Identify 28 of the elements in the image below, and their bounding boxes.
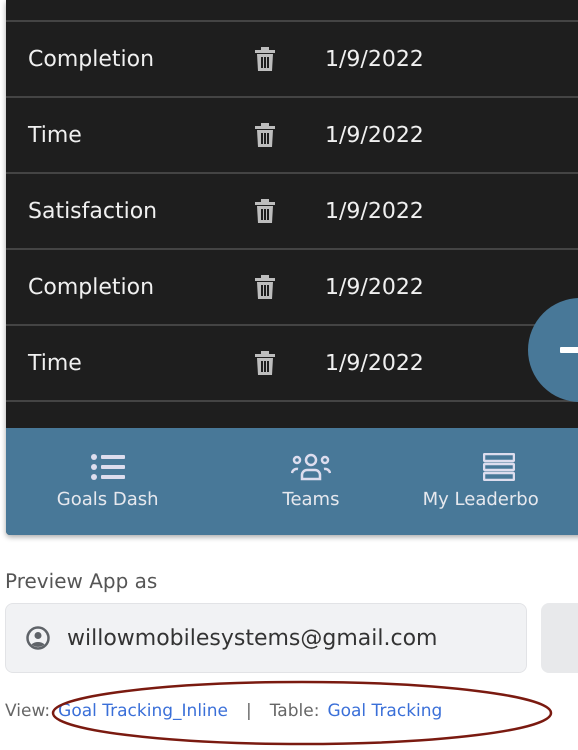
email-field[interactable]: willowmobilesystems@gmail.com (5, 603, 527, 673)
nav-tab[interactable]: My Leaderbo (412, 428, 578, 535)
separator: | (246, 701, 252, 721)
goal-date: 1/9/2022 (325, 46, 424, 72)
goal-name: Completion (27, 46, 156, 72)
preview-label: Preview App as (5, 569, 158, 593)
table-label: Table: (270, 701, 320, 721)
nav-tab[interactable]: Goals Dash (6, 428, 210, 535)
table-link[interactable]: Goal Tracking (327, 701, 442, 721)
view-label: View: (5, 701, 50, 721)
nav-tab[interactable]: Teams (209, 428, 413, 535)
goal-date: 1/9/2022 (325, 274, 424, 300)
goal-name: Time (27, 122, 83, 148)
goal-name: Satisfaction (27, 198, 158, 224)
list-icon (90, 453, 125, 481)
trash-icon[interactable] (255, 275, 275, 299)
trash-icon[interactable] (255, 123, 275, 147)
add-button[interactable] (528, 298, 578, 402)
people-icon (290, 453, 331, 481)
goal-date: 1/9/2022 (325, 122, 424, 148)
goal-name: Time (27, 350, 83, 376)
trash-icon[interactable] (255, 199, 275, 223)
table-icon (482, 453, 515, 481)
goal-name: Completion (27, 274, 156, 300)
goal-date: 1/9/2022 (325, 350, 424, 376)
goal-date: 1/9/2022 (325, 198, 424, 224)
trash-icon[interactable] (255, 47, 275, 71)
trash-icon[interactable] (255, 351, 275, 375)
